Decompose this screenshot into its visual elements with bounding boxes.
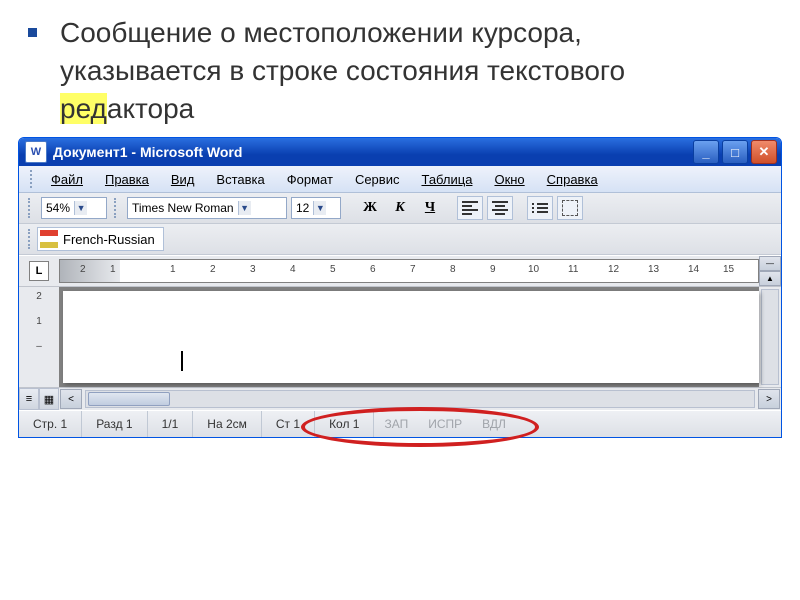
- chevron-down-icon[interactable]: ▼: [238, 201, 251, 215]
- split-button[interactable]: —: [759, 256, 781, 271]
- vertical-ruler[interactable]: 2 1 –: [19, 287, 59, 387]
- bold-button[interactable]: Ж: [357, 196, 383, 220]
- flag-icon: [40, 230, 58, 248]
- view-layout-button[interactable]: ▦: [39, 388, 59, 410]
- bullet-icon: [28, 28, 37, 37]
- italic-button[interactable]: К: [387, 196, 413, 220]
- status-at: На 2см: [193, 411, 262, 437]
- horizontal-scroll-row: ≡ ▦ < >: [19, 387, 781, 410]
- minimize-button[interactable]: _: [693, 140, 719, 164]
- document-area: 2 1 –: [19, 287, 781, 387]
- font-size-combo[interactable]: 12 ▼: [291, 197, 341, 219]
- word-window: W Документ1 - Microsoft Word _ □ ✕ Файл …: [18, 137, 782, 438]
- caption-line3-rest: актора: [107, 93, 194, 124]
- menu-tools[interactable]: Сервис: [345, 170, 410, 189]
- status-page-count: 1/1: [148, 411, 194, 437]
- menubar: Файл Правка Вид Вставка Формат Сервис Та…: [19, 166, 781, 193]
- caption-line1: Сообщение о местоположении курсора,: [60, 17, 582, 48]
- document-page[interactable]: [63, 291, 759, 383]
- horizontal-ruler[interactable]: 2 1 1 2 3 4 5 6 7 8 9 10 11 12 13 14 15: [59, 259, 759, 283]
- menubar-grip[interactable]: [30, 170, 36, 188]
- chevron-down-icon[interactable]: ▼: [74, 201, 87, 215]
- caption-line2: указывается в строке состояния текстовог…: [60, 55, 625, 86]
- menu-table[interactable]: Таблица: [411, 170, 482, 189]
- status-trk: ИСПР: [418, 417, 472, 431]
- scroll-left-button[interactable]: <: [60, 389, 82, 409]
- caption-line3-highlight: ред: [60, 93, 107, 124]
- maximize-button[interactable]: □: [722, 140, 748, 164]
- toolbar-grip[interactable]: [28, 198, 34, 218]
- align-left-button[interactable]: [457, 196, 483, 220]
- font-name: Times New Roman: [132, 201, 234, 215]
- bullet-list-button[interactable]: [527, 196, 553, 220]
- scroll-thumb[interactable]: [88, 392, 170, 406]
- status-ext: ВДЛ: [472, 417, 516, 431]
- titlebar[interactable]: W Документ1 - Microsoft Word _ □ ✕: [19, 138, 781, 166]
- menu-help[interactable]: Справка: [537, 170, 608, 189]
- borders-button[interactable]: [557, 196, 583, 220]
- word-icon: W: [25, 141, 47, 163]
- zoom-combo[interactable]: 54% ▼: [41, 197, 107, 219]
- window-title: Документ1 - Microsoft Word: [53, 144, 693, 160]
- status-page: Стр. 1: [19, 411, 82, 437]
- status-rec: ЗАП: [374, 417, 418, 431]
- scroll-right-button[interactable]: >: [758, 389, 780, 409]
- status-line: Ст 1: [262, 411, 315, 437]
- toolbar-grip2[interactable]: [114, 198, 120, 218]
- font-combo[interactable]: Times New Roman ▼: [127, 197, 287, 219]
- tab-indicator[interactable]: L: [29, 261, 49, 281]
- scroll-up-button[interactable]: ▲: [759, 271, 781, 286]
- menu-window[interactable]: Окно: [484, 170, 534, 189]
- menu-format[interactable]: Формат: [277, 170, 343, 189]
- menu-insert[interactable]: Вставка: [206, 170, 274, 189]
- vertical-scrollbar[interactable]: [759, 287, 781, 387]
- border-icon: [562, 200, 578, 216]
- dictionary-button[interactable]: French-Russian: [37, 227, 164, 251]
- close-button[interactable]: ✕: [751, 140, 777, 164]
- zoom-value: 54%: [46, 201, 70, 215]
- view-normal-button[interactable]: ≡: [19, 388, 39, 410]
- toolbar2-grip[interactable]: [28, 229, 34, 249]
- formatting-toolbar: 54% ▼ Times New Roman ▼ 12 ▼ Ж К Ч: [19, 193, 781, 224]
- status-bar: Стр. 1 Разд 1 1/1 На 2см Ст 1 Кол 1 ЗАП …: [19, 410, 781, 437]
- menu-edit[interactable]: Правка: [95, 170, 159, 189]
- dictionary-toolbar: French-Russian: [19, 224, 781, 255]
- dictionary-label: French-Russian: [63, 232, 155, 247]
- menu-view[interactable]: Вид: [161, 170, 205, 189]
- underline-button[interactable]: Ч: [417, 196, 443, 220]
- status-column: Кол 1: [315, 411, 374, 437]
- menu-file[interactable]: Файл: [41, 170, 93, 189]
- horizontal-scrollbar[interactable]: [85, 390, 755, 408]
- chevron-down-icon[interactable]: ▼: [313, 201, 326, 215]
- status-section: Разд 1: [82, 411, 147, 437]
- horizontal-ruler-row: L 2 1 1 2 3 4 5 6 7 8 9 10 11 12 13 14 1…: [19, 255, 781, 287]
- text-cursor: [181, 351, 183, 371]
- font-size: 12: [296, 201, 309, 215]
- slide-caption: Сообщение о местоположении курсора, указ…: [0, 0, 800, 137]
- align-center-button[interactable]: [487, 196, 513, 220]
